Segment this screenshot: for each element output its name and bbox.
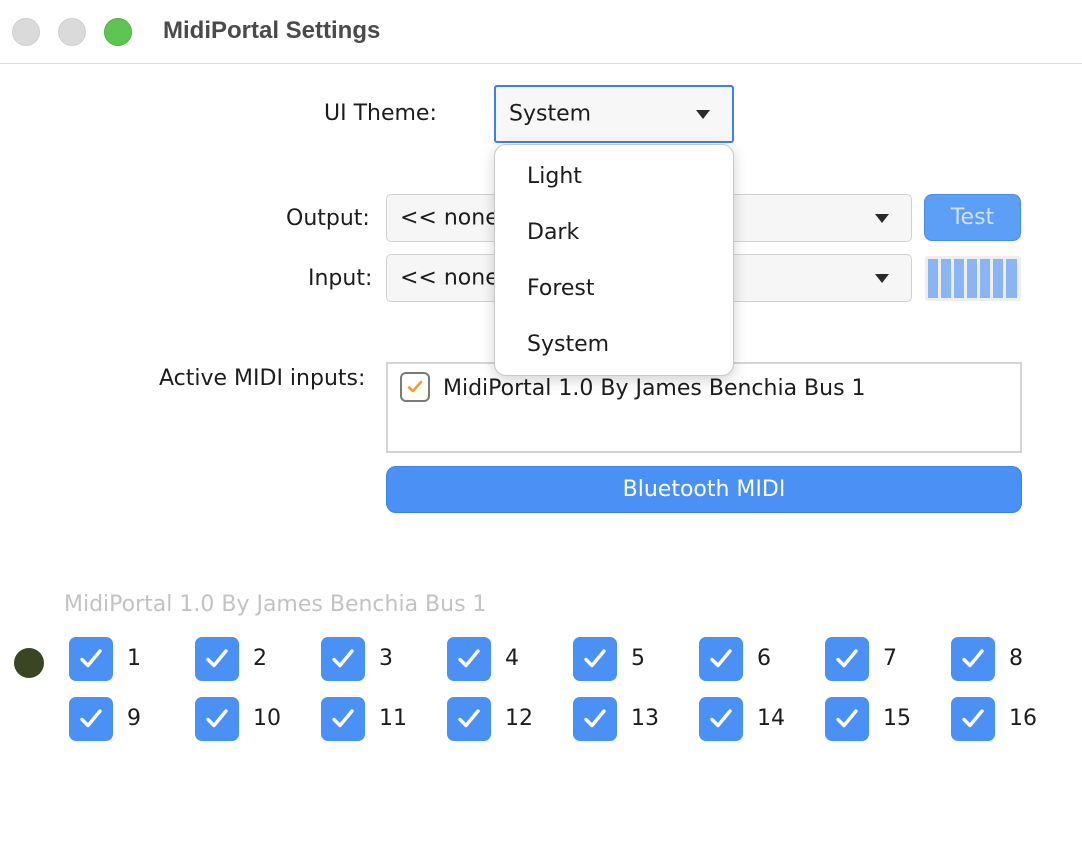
active-input-name: MidiPortal 1.0 By James Benchia Bus 1 [443, 376, 866, 401]
active-midi-inputs-label: Active MIDI inputs: [159, 366, 366, 391]
chevron-down-icon [875, 214, 889, 223]
checkmark-icon [206, 709, 228, 728]
channel-6-checkbox[interactable] [699, 637, 743, 681]
checkmark-icon [710, 709, 732, 728]
channel-1-checkbox[interactable] [69, 637, 113, 681]
checkmark-icon [584, 649, 606, 668]
channel-label: 14 [757, 706, 785, 731]
meter-segment [980, 259, 990, 298]
chevron-down-icon [875, 274, 889, 283]
channel-12-checkbox[interactable] [447, 697, 491, 741]
title-bar: MidiPortal Settings [0, 0, 1082, 64]
chevron-down-icon [696, 110, 710, 119]
channel-14-checkbox[interactable] [699, 697, 743, 741]
device-name: MidiPortal 1.0 By James Benchia Bus 1 [64, 592, 487, 617]
checkmark-icon [206, 649, 228, 668]
close-window-button[interactable] [12, 18, 40, 46]
meter-segment [928, 259, 938, 298]
window-title: MidiPortal Settings [163, 17, 381, 44]
bluetooth-midi-button[interactable]: Bluetooth MIDI [386, 466, 1022, 513]
checkmark-icon [710, 649, 732, 668]
channel-label: 2 [253, 646, 267, 671]
channel-10-checkbox[interactable] [195, 697, 239, 741]
ui-theme-select[interactable]: System [494, 85, 734, 143]
channel-7-checkbox[interactable] [825, 637, 869, 681]
ui-theme-selected-value: System [509, 101, 592, 127]
checkmark-icon [458, 649, 480, 668]
channel-label: 4 [505, 646, 519, 671]
channel-4-checkbox[interactable] [447, 637, 491, 681]
channel-label: 9 [127, 706, 141, 731]
checkmark-icon [962, 709, 984, 728]
channel-11-checkbox[interactable] [321, 697, 365, 741]
ui-theme-label: UI Theme: [324, 101, 437, 126]
checkmark-icon [332, 649, 354, 668]
active-input-checkbox[interactable] [400, 372, 430, 402]
channel-15-checkbox[interactable] [825, 697, 869, 741]
channel-label: 11 [379, 706, 407, 731]
checkmark-icon [332, 709, 354, 728]
input-label: Input: [308, 266, 373, 291]
checkmark-icon [458, 709, 480, 728]
channel-label: 5 [631, 646, 645, 671]
checkmark-icon [80, 709, 102, 728]
channel-16-checkbox[interactable] [951, 697, 995, 741]
theme-option-light[interactable]: Light [527, 164, 582, 189]
channel-13-checkbox[interactable] [573, 697, 617, 741]
meter-segment [967, 259, 977, 298]
channel-3-checkbox[interactable] [321, 637, 365, 681]
output-label: Output: [286, 206, 370, 231]
checkmark-icon [836, 709, 858, 728]
checkmark-icon [584, 709, 606, 728]
channel-label: 12 [505, 706, 533, 731]
channel-label: 3 [379, 646, 393, 671]
ui-theme-dropdown-menu: Light Dark Forest System [494, 144, 734, 376]
channel-label: 6 [757, 646, 771, 671]
theme-option-system[interactable]: System [527, 332, 609, 357]
channel-9-checkbox[interactable] [69, 697, 113, 741]
channel-label: 13 [631, 706, 659, 731]
theme-option-forest[interactable]: Forest [527, 276, 595, 301]
channel-label: 8 [1009, 646, 1023, 671]
activity-indicator [14, 648, 44, 678]
channel-5-checkbox[interactable] [573, 637, 617, 681]
checkmark-icon [962, 649, 984, 668]
meter-segment [941, 259, 951, 298]
checkmark-icon [80, 649, 102, 668]
channel-label: 16 [1009, 706, 1037, 731]
maximize-window-button[interactable] [104, 18, 132, 46]
settings-window: MidiPortal Settings UI Theme: System Out… [0, 0, 1082, 864]
meter-segment [1006, 259, 1017, 298]
channel-label: 15 [883, 706, 911, 731]
input-selected-value: << none [400, 265, 499, 291]
channel-8-checkbox[interactable] [951, 637, 995, 681]
channel-2-checkbox[interactable] [195, 637, 239, 681]
theme-option-dark[interactable]: Dark [527, 220, 579, 245]
meter-segment [993, 259, 1003, 298]
channel-label: 1 [127, 646, 141, 671]
checkmark-icon [836, 649, 858, 668]
checkmark-icon [407, 380, 423, 393]
meter-segment [954, 259, 964, 298]
channel-label: 10 [253, 706, 281, 731]
minimize-window-button[interactable] [58, 18, 86, 46]
test-button[interactable]: Test [924, 194, 1021, 241]
input-level-meter [925, 256, 1021, 301]
channel-label: 7 [883, 646, 897, 671]
output-selected-value: << none [400, 205, 499, 231]
